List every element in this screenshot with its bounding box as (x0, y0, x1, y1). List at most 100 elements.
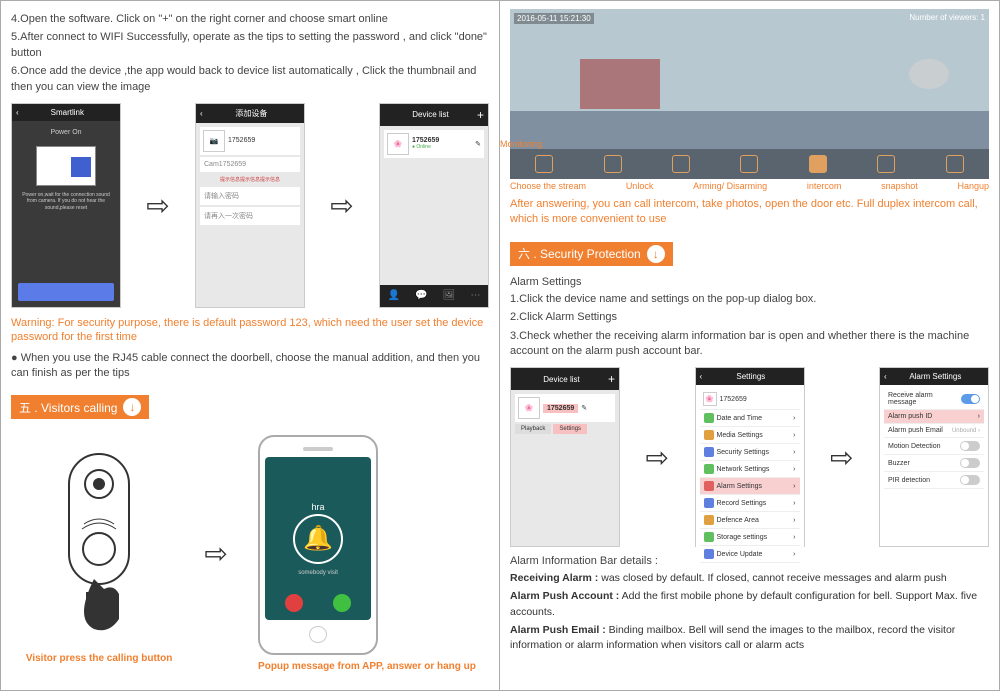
screenshots-row-2: Device list+ 🌸 1752659 ✎ Playback Settin… (510, 367, 989, 547)
device-name-input[interactable]: Cam1752659 (200, 157, 300, 172)
screen-smartlink: ‹Smartlink Power On Power on,wait for th… (11, 103, 121, 308)
caption-press-button: Visitor press the calling button (24, 653, 174, 664)
monitor-icon[interactable] (604, 155, 622, 173)
label-hangup: Hangup (957, 181, 989, 191)
item-record[interactable]: Record Settings› (700, 495, 800, 512)
label-arming: Arming/ Disarming (693, 181, 767, 191)
device-list-id: 1752659 (412, 137, 472, 144)
doorbell-illustration (24, 444, 174, 644)
hangup-icon[interactable] (946, 155, 964, 173)
label-stream: Choose the stream (510, 181, 586, 191)
section-6-header: 六 . Security Protection ↓ (510, 242, 673, 266)
alarm-settings-title: Alarm Settings (510, 276, 989, 288)
item-alarm[interactable]: Alarm Settings› (700, 478, 800, 495)
detail-push-email: Alarm Push Email : Binding mailbox. Bell… (510, 623, 989, 655)
camera-timestamp: 2016-05-11 15:21:30 (514, 13, 594, 24)
screen3-title: Device list (412, 110, 448, 119)
section-5-header: 五 . Visitors calling ↓ (11, 395, 149, 419)
caller-subtitle: somebody visit (298, 570, 338, 576)
down-arrow-icon: ↓ (123, 398, 141, 416)
step-5: 5.After connect to WIFI Successfully, op… (11, 30, 489, 61)
s1-title: Device list (543, 375, 579, 384)
speaker-icon[interactable] (740, 155, 758, 173)
device-id: 1752659 (228, 137, 255, 144)
alarm-push-email[interactable]: Alarm push EmailUnbound › (884, 424, 984, 438)
section-6-title: 六 . Security Protection (518, 245, 641, 262)
alarm-receive[interactable]: Receive alarm message (884, 389, 984, 410)
rj45-note: ● When you use the RJ45 cable connect th… (11, 351, 489, 382)
viewer-count: Number of viewers: 1 (909, 13, 985, 22)
password-input[interactable]: 请输入密码 (200, 187, 300, 205)
phone-popup: hra 🔔 somebody visit (258, 435, 378, 655)
next-button[interactable] (18, 283, 114, 301)
down-arrow-icon: ↓ (647, 245, 665, 263)
s2-title: Settings (736, 372, 765, 381)
popup-playback[interactable]: Playback (515, 424, 551, 434)
alarm-step-1: 1.Click the device name and settings on … (510, 292, 989, 307)
item-datetime[interactable]: Date and Time› (700, 410, 800, 427)
step-6: 6.Once add the device ,the app would bac… (11, 64, 489, 95)
label-intercom: intercom (807, 181, 842, 191)
camera-live-view: 2016-05-11 15:21:30 Number of viewers: 1… (510, 9, 989, 179)
tab-contact-icon[interactable]: 👤 (388, 290, 400, 301)
warning-text: Warning: For security purpose, there is … (11, 316, 489, 345)
s3-title: Alarm Settings (909, 372, 961, 381)
arrow-icon: ⇨ (826, 441, 857, 474)
left-column: 4.Open the software. Click on "+" on the… (0, 0, 500, 691)
caller-name: hra (312, 502, 325, 512)
unlock-icon[interactable] (672, 155, 690, 173)
screen1-title: Smartlink (51, 108, 84, 117)
confirm-input[interactable]: 请再入一次密码 (200, 207, 300, 225)
hangup-button[interactable] (285, 594, 303, 612)
item-storage[interactable]: Storage settings› (700, 529, 800, 546)
caption-popup: Popup message from APP, answer or hang u… (258, 661, 476, 672)
detail-receiving: Receiving Alarm : was closed by default.… (510, 571, 989, 587)
alarm-step-3: 3.Check whether the receiving alarm info… (510, 329, 989, 360)
alarm-motion[interactable]: Motion Detection (884, 438, 984, 455)
plus-icon[interactable]: + (477, 108, 484, 122)
screen-add-device: ‹添加设备 📷1752659 Cam1752659 提示信息提示信息提示信息 请… (195, 103, 305, 308)
item-security[interactable]: Security Settings› (700, 444, 800, 461)
screen-settings: ‹Settings 🌸1752659 Date and Time› Media … (695, 367, 805, 547)
power-on-label: Power On (16, 129, 116, 136)
detail-push-account: Alarm Push Account : Add the first mobil… (510, 589, 989, 621)
label-unlock: Unlock (626, 181, 654, 191)
screen-alarm-settings: ‹Alarm Settings Receive alarm message Al… (879, 367, 989, 547)
popup-device-id[interactable]: 1752659 (543, 404, 578, 413)
device-thumbnail[interactable]: 🌸 (387, 133, 409, 155)
screen-device-list: Device list+ 🌸 1752659● Online ✎ 👤 💬 🖼 ⋯ (379, 103, 489, 308)
tab-image-icon[interactable]: 🖼 (443, 290, 456, 301)
alarm-push-id[interactable]: Alarm push ID› (884, 410, 984, 424)
alarm-pir[interactable]: PIR detection (884, 472, 984, 489)
arrow-icon: ⇨ (326, 189, 357, 222)
mic-icon[interactable] (809, 155, 827, 173)
edit-icon[interactable]: ✎ (475, 140, 481, 148)
power-tip: Power on,wait for the connection sound f… (16, 192, 116, 212)
step-4: 4.Open the software. Click on "+" on the… (11, 12, 489, 27)
item-network[interactable]: Network Settings› (700, 461, 800, 478)
right-column: 2016-05-11 15:21:30 Number of viewers: 1… (500, 0, 1000, 691)
visitors-row: Visitor press the calling button ⇨ hra 🔔… (11, 435, 489, 672)
arrow-icon: ⇨ (642, 441, 673, 474)
alarm-step-2: 2.Click Alarm Settings (510, 310, 989, 325)
item-media[interactable]: Media Settings› (700, 427, 800, 444)
answer-button[interactable] (333, 594, 351, 612)
stream-icon[interactable] (535, 155, 553, 173)
arrow-icon: ⇨ (142, 189, 173, 222)
section-5-title: 五 . Visitors calling (19, 399, 117, 416)
snapshot-icon[interactable] (877, 155, 895, 173)
label-monitoring: Monitoring (500, 139, 542, 149)
label-snapshot: snapshot (881, 181, 918, 191)
bell-icon: 🔔 (293, 514, 343, 564)
after-answer-text: After answering, you can call intercom, … (510, 197, 989, 228)
item-update[interactable]: Device Update› (700, 546, 800, 563)
screen2-title: 添加设备 (235, 108, 267, 119)
screenshots-row-1: ‹Smartlink Power On Power on,wait for th… (11, 103, 489, 308)
screen-device-popup: Device list+ 🌸 1752659 ✎ Playback Settin… (510, 367, 620, 547)
item-defence[interactable]: Defence Area› (700, 512, 800, 529)
tab-message-icon[interactable]: 💬 (415, 290, 427, 301)
alarm-buzzer[interactable]: Buzzer (884, 455, 984, 472)
popup-settings[interactable]: Settings (553, 424, 587, 434)
tab-more-icon[interactable]: ⋯ (470, 290, 480, 301)
arrow-icon: ⇨ (200, 537, 231, 570)
